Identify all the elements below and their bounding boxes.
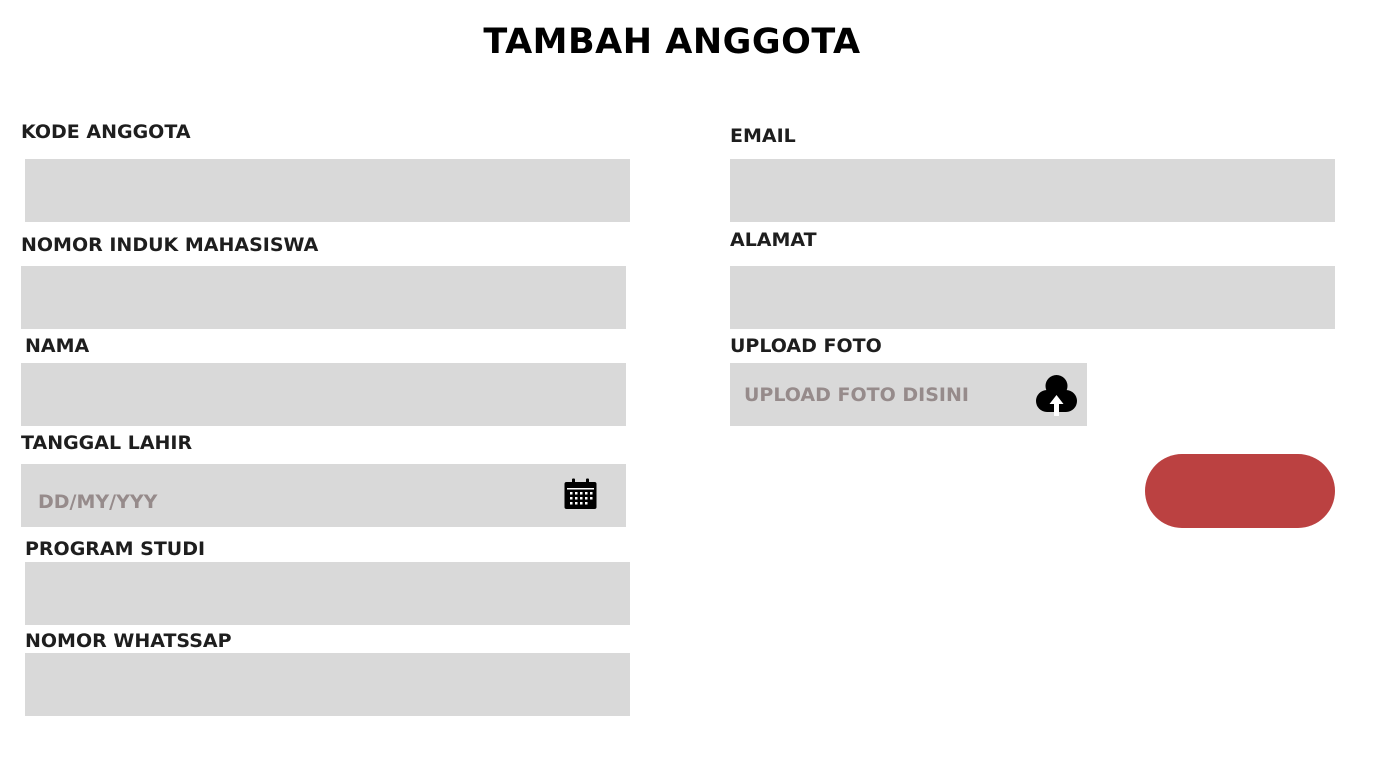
page-title: TAMBAH ANGGOTA	[483, 22, 861, 62]
whatsapp-label: NOMOR WHATSSAP	[25, 630, 232, 652]
nama-label: NAMA	[25, 335, 90, 357]
program-studi-input[interactable]	[25, 562, 630, 625]
nim-input[interactable]	[21, 266, 626, 329]
tanggal-lahir-placeholder: DD/MY/YYY	[38, 491, 158, 513]
upload-foto-label: UPLOAD FOTO	[730, 335, 882, 357]
email-input[interactable]	[730, 159, 1335, 222]
kode-anggota-label: KODE ANGGOTA	[21, 121, 191, 143]
cloud-upload-icon[interactable]	[1035, 373, 1078, 416]
program-studi-label: PROGRAM STUDI	[25, 538, 206, 560]
upload-foto-placeholder: UPLOAD FOTO DISINI	[744, 384, 969, 406]
tanggal-lahir-input[interactable]: DD/MY/YYY	[21, 464, 626, 527]
alamat-input[interactable]	[730, 266, 1335, 329]
tanggal-lahir-label: TANGGAL LAHIR	[21, 432, 193, 454]
nim-label: NOMOR INDUK MAHASISWA	[21, 234, 319, 256]
whatsapp-input[interactable]	[25, 653, 630, 716]
kode-anggota-input[interactable]	[25, 159, 630, 222]
calendar-icon[interactable]	[564, 478, 597, 510]
alamat-label: ALAMAT	[730, 229, 817, 251]
upload-foto-dropzone[interactable]: UPLOAD FOTO DISINI	[730, 363, 1087, 426]
nama-input[interactable]	[21, 363, 626, 426]
submit-button[interactable]	[1145, 454, 1335, 528]
email-label: EMAIL	[730, 125, 796, 147]
